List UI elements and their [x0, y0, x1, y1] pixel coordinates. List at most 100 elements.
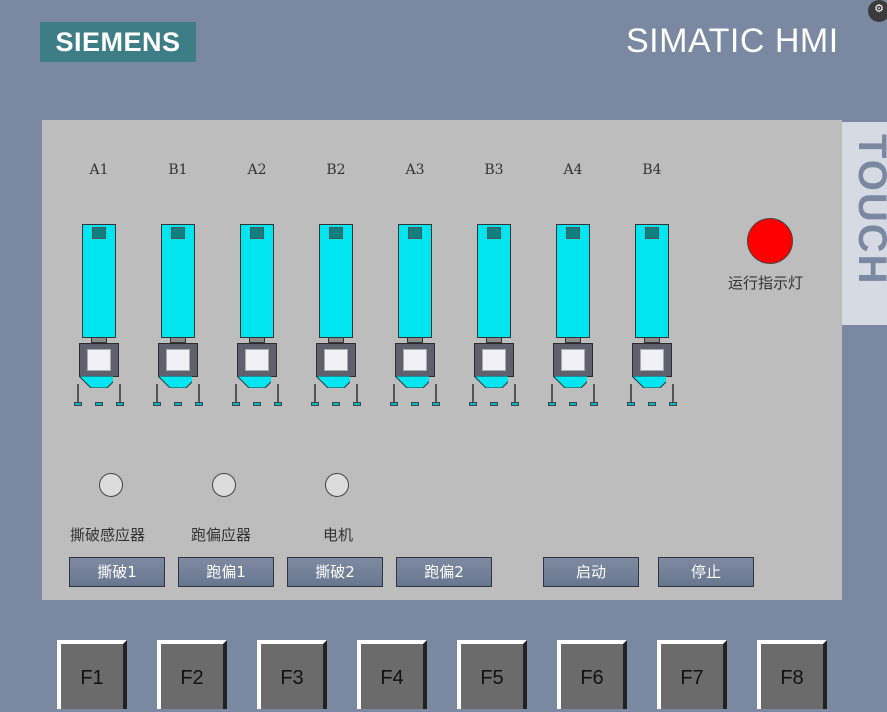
hopper-funnel [316, 376, 350, 388]
hopper-body [158, 343, 198, 377]
touch-label: TOUCH [850, 134, 887, 286]
silo-tank [240, 224, 274, 338]
tear1-button[interactable]: 撕破1 [69, 557, 165, 587]
hmi-panel-frame: SIEMENS SIMATIC HMI ⚙ TOUCH A1 B1 A2 B2 A3 B3… [0, 0, 887, 709]
hopper-outlet [332, 402, 340, 406]
hopper-outlet [174, 402, 182, 406]
hopper-outlet [411, 402, 419, 406]
function-key-f8[interactable]: F8 [757, 640, 827, 709]
silo-cap [408, 227, 422, 239]
function-key-f7[interactable]: F7 [657, 640, 727, 709]
hopper-funnel [632, 376, 666, 388]
hopper-foot [432, 402, 440, 406]
hopper-body [316, 343, 356, 377]
product-title: SIMATIC HMI [626, 22, 839, 60]
hopper-leg [198, 384, 200, 402]
silo-cap [487, 227, 501, 239]
hopper-unit: A4 [548, 120, 613, 420]
hopper-body [237, 343, 277, 377]
hopper-window [245, 349, 269, 371]
hopper-body [79, 343, 119, 377]
silo-tank [398, 224, 432, 338]
silo-tank [161, 224, 195, 338]
function-key-f1[interactable]: F1 [57, 640, 127, 709]
gear-icon[interactable]: ⚙ [868, 0, 887, 22]
silo-tank [556, 224, 590, 338]
hopper-label: A4 [563, 162, 583, 178]
function-key-f6[interactable]: F6 [557, 640, 627, 709]
hopper-leg [435, 384, 437, 402]
drift1-button[interactable]: 跑偏1 [178, 557, 274, 587]
tear-sensor-label: 撕破感应器 [70, 526, 146, 544]
hopper-outlet [569, 402, 577, 406]
function-key-f2[interactable]: F2 [157, 640, 227, 709]
hopper-leg [235, 384, 237, 402]
hopper-window [403, 349, 427, 371]
motor-label: 电机 [323, 526, 354, 544]
hopper-leg [77, 384, 79, 402]
hopper-leg [472, 384, 474, 402]
silo-cap [92, 227, 106, 239]
silo-tank [82, 224, 116, 338]
silo-cap [645, 227, 659, 239]
hmi-screen: A1 B1 A2 B2 A3 B3 A4 B4 运行指示灯 撕破感应器 跑偏应器 电机 撕破1… [42, 120, 842, 600]
hopper-foot [390, 402, 398, 406]
silo-tank [319, 224, 353, 338]
stop-button[interactable]: 停止 [658, 557, 754, 587]
function-key-f4[interactable]: F4 [357, 640, 427, 709]
drift-sensor-indicator [212, 473, 236, 497]
hopper-leg [593, 384, 595, 402]
hopper-outlet [648, 402, 656, 406]
hopper-label: A2 [247, 162, 267, 178]
hopper-unit: B2 [311, 120, 376, 420]
hopper-foot [195, 402, 203, 406]
hopper-label: A3 [405, 162, 425, 178]
hopper-unit: B3 [469, 120, 534, 420]
hopper-label: B1 [168, 162, 188, 178]
function-key-f5[interactable]: F5 [457, 640, 527, 709]
hopper-foot [353, 402, 361, 406]
hopper-outlet [490, 402, 498, 406]
hopper-leg [551, 384, 553, 402]
hopper-funnel [474, 376, 508, 388]
tear2-button[interactable]: 撕破2 [287, 557, 383, 587]
hopper-leg [356, 384, 358, 402]
drift2-button[interactable]: 跑偏2 [396, 557, 492, 587]
hopper-funnel [553, 376, 587, 388]
hopper-foot [232, 402, 240, 406]
drift-sensor-label: 跑偏应器 [191, 526, 252, 544]
hopper-unit: A1 [74, 120, 139, 420]
hopper-foot [153, 402, 161, 406]
hopper-leg [393, 384, 395, 402]
hopper-foot [74, 402, 82, 406]
hopper-leg [277, 384, 279, 402]
hopper-window [324, 349, 348, 371]
hopper-foot [548, 402, 556, 406]
hopper-foot [311, 402, 319, 406]
hopper-foot [669, 402, 677, 406]
hopper-label: B3 [484, 162, 504, 178]
hopper-label: B4 [642, 162, 662, 178]
hopper-funnel [237, 376, 271, 388]
silo-tank [477, 224, 511, 338]
hopper-foot [511, 402, 519, 406]
silo-cap [566, 227, 580, 239]
start-button[interactable]: 启动 [543, 557, 639, 587]
silo-cap [329, 227, 343, 239]
hopper-label: A1 [89, 162, 109, 178]
silo-cap [250, 227, 264, 239]
hopper-funnel [79, 376, 113, 388]
hopper-outlet [253, 402, 261, 406]
function-key-f3[interactable]: F3 [257, 640, 327, 709]
hopper-foot [274, 402, 282, 406]
hopper-leg [630, 384, 632, 402]
hopper-window [87, 349, 111, 371]
hopper-body [395, 343, 435, 377]
silo-tank [635, 224, 669, 338]
hopper-leg [314, 384, 316, 402]
hopper-body [553, 343, 593, 377]
hopper-unit: B1 [153, 120, 218, 420]
hopper-foot [627, 402, 635, 406]
hopper-window [482, 349, 506, 371]
motor-indicator [325, 473, 349, 497]
